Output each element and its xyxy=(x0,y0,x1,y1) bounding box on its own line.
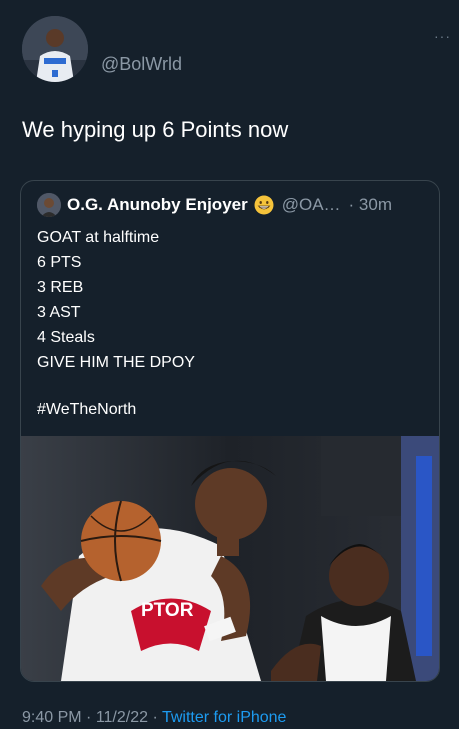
tweet-source-link[interactable]: Twitter for iPhone xyxy=(162,709,287,726)
tweet-time[interactable]: 9:40 PM xyxy=(22,709,82,726)
quoted-tweet-body: GOAT at halftime 6 PTS 3 REB 3 AST 4 Ste… xyxy=(37,225,195,375)
tweet-text: We hyping up 6 Points now xyxy=(22,117,289,142)
quoted-line: GOAT at halftime xyxy=(37,229,160,246)
hashtag-link[interactable]: #WeTheNorth xyxy=(37,401,136,419)
quoted-line: 4 Steals xyxy=(37,329,95,346)
quoted-tweet[interactable]: O.G. Anunoby Enjoyer @OA… · 30m GOAT at … xyxy=(20,180,440,682)
author-handle[interactable]: @BolWrld xyxy=(101,54,182,75)
quoted-avatar-image xyxy=(37,193,61,217)
footer-separator: · xyxy=(148,709,162,726)
basketball-photo-image: PTOR xyxy=(21,436,439,681)
quoted-tweet-header: O.G. Anunoby Enjoyer @OA… · 30m xyxy=(37,193,392,217)
footer-separator: · xyxy=(81,709,96,726)
jersey-text: PTOR xyxy=(141,600,194,621)
quoted-line: 3 REB xyxy=(37,279,84,296)
tweet: ··· @BolWrld We hyping up 6 Points now O… xyxy=(0,0,459,729)
quoted-line: GIVE HIM THE DPOY xyxy=(37,354,195,371)
tweet-footer: 9:40 PM · 11/2/22 · Twitter for iPhone xyxy=(22,709,286,727)
more-dots-icon[interactable]: ··· xyxy=(434,28,451,44)
quoted-photo[interactable]: PTOR xyxy=(21,436,439,681)
tweet-date[interactable]: 11/2/22 xyxy=(96,709,148,726)
quoted-author-name[interactable]: O.G. Anunoby Enjoyer xyxy=(67,195,248,215)
player-avatar-image xyxy=(22,16,88,82)
quoted-timestamp[interactable]: · 30m xyxy=(349,195,392,215)
quoted-avatar[interactable] xyxy=(37,193,61,217)
avatar[interactable] xyxy=(22,16,88,82)
quoted-line: 6 PTS xyxy=(37,254,82,271)
quoted-line: 3 AST xyxy=(37,304,81,321)
grinning-face-emoji-icon xyxy=(254,195,274,215)
quoted-author-handle[interactable]: @OA… xyxy=(282,195,341,215)
